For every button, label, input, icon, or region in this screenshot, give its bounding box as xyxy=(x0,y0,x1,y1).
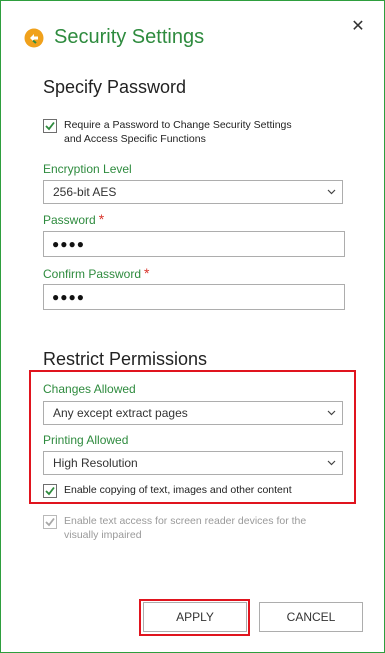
password-label: Password * xyxy=(43,211,105,227)
specify-password-heading: Specify Password xyxy=(43,77,187,97)
dialog-title: Security Settings xyxy=(54,26,205,48)
require-password-label-line1: Require a Password to Change Security Se… xyxy=(64,119,292,131)
close-icon[interactable]: ✕ xyxy=(350,18,366,36)
cancel-button[interactable]: CANCEL xyxy=(259,602,363,632)
enable-copying-label: Enable copying of text, images and other… xyxy=(64,484,292,496)
security-settings-dialog: Security Settings ✕ Specify Password Req… xyxy=(0,0,385,653)
chevron-down-icon xyxy=(327,460,336,466)
enable-copying-checkbox[interactable] xyxy=(43,484,57,498)
confirm-password-field[interactable]: ●●●● xyxy=(43,284,345,310)
password-field[interactable]: ●●●● xyxy=(43,231,345,257)
encryption-level-select[interactable]: 256-bit AES xyxy=(43,180,343,204)
checkmark-icon xyxy=(45,517,55,527)
checkmark-icon xyxy=(45,486,55,496)
screen-reader-label-line1: Enable text access for screen reader dev… xyxy=(64,515,307,527)
checkmark-icon xyxy=(45,121,55,131)
chevron-down-icon xyxy=(327,189,336,195)
restrict-permissions-heading: Restrict Permissions xyxy=(43,349,208,369)
changes-allowed-label: Changes Allowed xyxy=(43,382,136,396)
screen-reader-option: Enable text access for screen reader dev… xyxy=(43,514,306,542)
screen-reader-label-line2: visually impaired xyxy=(64,529,142,541)
confirm-password-label: Confirm Password * xyxy=(43,265,150,281)
printing-allowed-label: Printing Allowed xyxy=(43,433,129,447)
printing-allowed-value: High Resolution xyxy=(53,456,138,470)
require-password-option[interactable]: Require a Password to Change Security Se… xyxy=(43,118,292,146)
changes-allowed-value: Any except extract pages xyxy=(53,406,188,420)
apply-button[interactable]: APPLY xyxy=(143,602,247,632)
require-password-label-line2: and Access Specific Functions xyxy=(64,133,206,145)
required-marker: * xyxy=(98,211,105,227)
required-marker: * xyxy=(144,265,150,281)
encryption-level-value: 256-bit AES xyxy=(53,185,117,199)
chevron-down-icon xyxy=(327,410,336,416)
require-password-checkbox[interactable] xyxy=(43,119,57,133)
app-logo-icon xyxy=(24,28,44,48)
printing-allowed-select[interactable]: High Resolution xyxy=(43,451,343,475)
screen-reader-checkbox xyxy=(43,515,57,529)
enable-copying-option[interactable]: Enable copying of text, images and other… xyxy=(43,483,292,498)
title-bar: Security Settings ✕ xyxy=(1,1,384,71)
changes-allowed-select[interactable]: Any except extract pages xyxy=(43,401,343,425)
encryption-level-label: Encryption Level xyxy=(43,162,132,176)
